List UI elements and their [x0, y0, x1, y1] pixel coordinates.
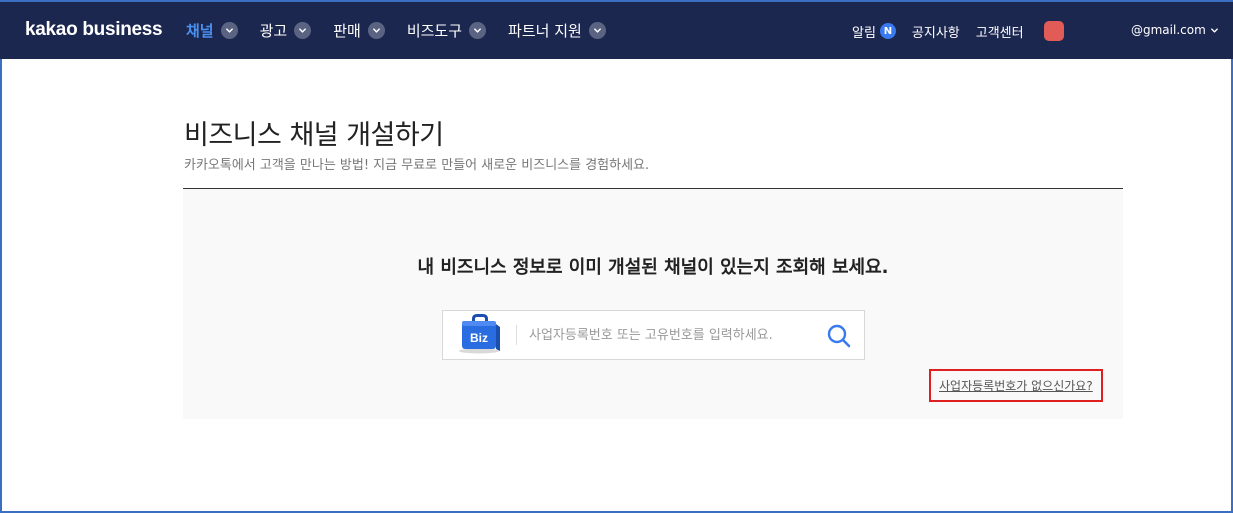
business-number-input[interactable]: [529, 323, 819, 347]
nav-item-partner-support[interactable]: 파트너 지원: [508, 20, 606, 41]
nav-item-ads[interactable]: 광고: [260, 20, 312, 41]
page-title: 비즈니스 채널 개설하기: [184, 120, 444, 151]
search-button[interactable]: [825, 322, 853, 350]
nav-item-label: 비즈도구: [406, 22, 463, 40]
notices-label: 공지사항: [911, 25, 960, 41]
chevron-down-icon: [367, 22, 385, 39]
channel-lookup-panel: 내 비즈니스 정보로 이미 개설된 채널이 있는지 조회해 보세요. Biz 사…: [183, 189, 1123, 419]
nav-item-label: 채널: [186, 22, 214, 40]
nav-item-sales[interactable]: 판매: [333, 20, 385, 41]
utility-nav: 알림 N 공지사항 고객센터: [852, 21, 1064, 41]
nav-item-channel[interactable]: 채널: [186, 20, 238, 41]
nav-item-biz-tools[interactable]: 비즈도구: [406, 20, 487, 41]
chevron-down-icon: [588, 22, 606, 39]
biz-briefcase-icon: Biz: [459, 314, 500, 354]
alerts-link[interactable]: 알림 N: [852, 22, 896, 41]
top-navigation-bar: kakao business 채널 광고 판매 비즈도구 파트너 지원 알림 N: [0, 0, 1233, 59]
alerts-label: 알림: [852, 25, 876, 41]
nav-item-label: 판매: [333, 22, 361, 40]
biz-icon-text: Biz: [470, 331, 488, 345]
search-icon: [827, 324, 851, 348]
no-business-number-link[interactable]: 사업자등록번호가 없으신가요?: [929, 369, 1103, 402]
chevron-down-icon: [469, 22, 487, 39]
lookup-heading: 내 비즈니스 정보로 이미 개설된 채널이 있는지 조회해 보세요.: [417, 257, 889, 278]
main-nav: 채널 광고 판매 비즈도구 파트너 지원: [186, 20, 628, 41]
chevron-down-icon: [1210, 27, 1218, 33]
kakao-business-logo[interactable]: kakao business: [25, 19, 163, 41]
nav-item-label: 파트너 지원: [508, 22, 582, 40]
nav-item-label: 광고: [259, 22, 288, 40]
chevron-down-icon: [294, 22, 312, 39]
page-subtitle: 카카오톡에서 고객을 만나는 방법! 지금 무료로 만들어 새로운 비즈니스를 …: [184, 158, 650, 173]
account-menu[interactable]: @gmail.com: [1131, 23, 1219, 37]
new-badge: N: [879, 23, 896, 39]
support-link[interactable]: 고객센터: [976, 22, 1024, 41]
chevron-down-icon: [220, 22, 238, 39]
account-email: @gmail.com: [1131, 23, 1206, 37]
avatar[interactable]: [1043, 21, 1064, 41]
input-separator: [516, 325, 517, 345]
notices-link[interactable]: 공지사항: [912, 22, 960, 41]
support-label: 고객센터: [975, 25, 1024, 41]
business-number-search: Biz: [442, 310, 865, 360]
